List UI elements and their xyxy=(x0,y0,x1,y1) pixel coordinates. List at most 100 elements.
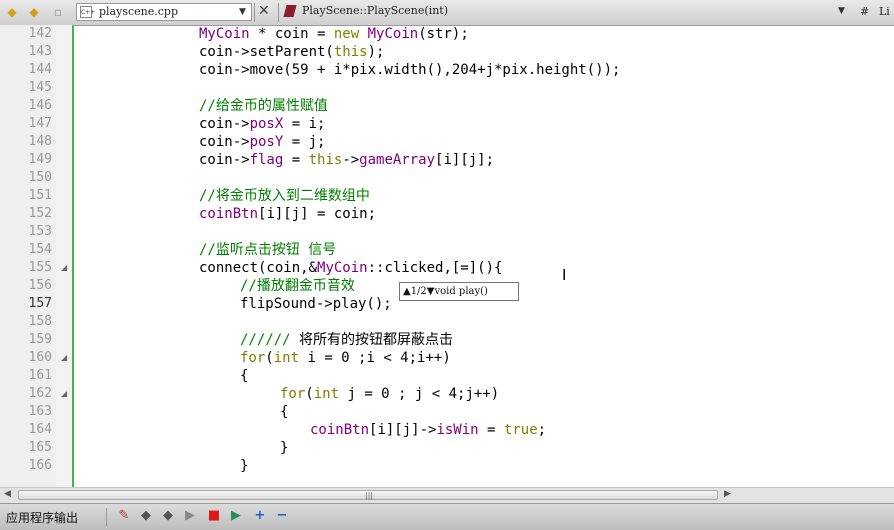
scroll-left-icon[interactable]: ◀ xyxy=(4,489,11,499)
panel-title: 应用程序输出 xyxy=(6,511,79,525)
arrow-left-icon[interactable]: ◆ xyxy=(4,4,20,20)
code-token: posX xyxy=(249,116,284,132)
code-token: [i][j]; xyxy=(435,152,495,168)
code-token: int xyxy=(273,350,300,366)
chevron-down-icon: ▼ xyxy=(838,6,845,16)
code-token: ; xyxy=(537,422,547,438)
function-hint-tooltip: ▲1/2▼void play() xyxy=(399,282,519,301)
output-panel-bar: 应用程序输出 ✎ ◆ ◆ ▶ ■ ▶ + − xyxy=(0,503,894,530)
code-token: MyCoin xyxy=(367,26,419,42)
code-comment: //播放翻金币音效 xyxy=(240,278,355,294)
code-line: 165 } xyxy=(0,439,894,457)
code-token: (str); xyxy=(418,26,469,42)
file-selector[interactable]: C++ playscene.cpp ▼ xyxy=(76,3,252,21)
code-comment: //给金币的属性赋值 xyxy=(199,98,328,114)
code-token: = xyxy=(478,422,504,438)
code-token: [i][j]-> xyxy=(369,422,437,438)
fold-toggle-icon[interactable]: ◢ xyxy=(61,389,67,398)
scroll-right-icon[interactable]: ▶ xyxy=(724,489,731,499)
code-token: true xyxy=(503,422,538,438)
scrollbar-thumb[interactable]: ||| xyxy=(18,490,718,500)
code-comment: //监听点击按钮 信号 xyxy=(199,242,337,258)
code-line: 142 MyCoin * coin = new MyCoin(str); xyxy=(0,25,894,43)
chevron-down-icon: ▼ xyxy=(239,7,246,17)
code-token: flag xyxy=(249,152,284,168)
cpp-file-icon: C++ xyxy=(80,6,95,18)
code-token: for xyxy=(240,350,266,366)
code-token: connect(coin,& xyxy=(199,260,318,276)
code-token: coin->move(59 + i*pix.width(),204+j*pix.… xyxy=(199,62,621,78)
line-number: 163 xyxy=(28,404,52,419)
code-token: { xyxy=(240,368,249,384)
function-icon xyxy=(283,5,297,17)
line-number: 162 xyxy=(28,386,52,401)
line-label[interactable]: Li xyxy=(879,5,890,18)
code-token: = xyxy=(283,152,309,168)
line-number: 145 xyxy=(28,80,52,95)
code-token: coin-> xyxy=(199,116,250,132)
zoom-out-icon[interactable]: − xyxy=(274,508,290,524)
hash-label[interactable]: # xyxy=(860,5,869,18)
code-token: MyCoin xyxy=(317,260,368,276)
code-token: } xyxy=(240,458,249,474)
code-token: { xyxy=(280,404,289,420)
line-number: 158 xyxy=(28,314,52,329)
horizontal-scrollbar[interactable]: ◀ ||| ▶ xyxy=(0,487,894,503)
code-line: 149 coin->flag = this->gameArray[i][j]; xyxy=(0,151,894,169)
line-number: 166 xyxy=(28,458,52,473)
code-line: 163 { xyxy=(0,403,894,421)
code-editor[interactable]: 142 MyCoin * coin = new MyCoin(str); 143… xyxy=(0,25,894,487)
code-line: 144 coin->move(59 + i*pix.width(),204+j*… xyxy=(0,61,894,79)
code-token: ( xyxy=(265,350,274,366)
symbol-selector[interactable]: PlayScene::PlayScene(int) ▼ xyxy=(282,3,852,21)
code-token: coin-> xyxy=(199,152,250,168)
code-token: * coin = xyxy=(249,26,334,42)
line-number: 144 xyxy=(28,62,52,77)
code-line: 164 coinBtn[i][j]->isWin = true; xyxy=(0,421,894,439)
code-token: ( xyxy=(305,386,314,402)
attach-run-icon[interactable]: ▶ xyxy=(228,508,244,524)
code-token: isWin xyxy=(436,422,479,438)
line-number: 164 xyxy=(28,422,52,437)
code-token: = i; xyxy=(283,116,326,132)
line-number: 152 xyxy=(28,206,52,221)
code-line: 158 xyxy=(0,313,894,331)
line-number: 147 xyxy=(28,116,52,131)
clear-output-icon[interactable]: ✎ xyxy=(116,508,132,524)
stop-icon[interactable]: ■ xyxy=(206,508,222,524)
code-line: 143 coin->setParent(this); xyxy=(0,43,894,61)
line-number: 155 xyxy=(28,260,52,275)
editor-toolbar: ◆ ◆ ▫ C++ playscene.cpp ▼ ✕ PlayScene::P… xyxy=(0,0,894,26)
code-line: 151 //将金币放入到二维数组中 xyxy=(0,187,894,205)
zoom-in-icon[interactable]: + xyxy=(252,508,268,524)
line-number: 161 xyxy=(28,368,52,383)
code-token: } xyxy=(280,440,289,456)
fold-toggle-icon[interactable]: ◢ xyxy=(61,353,67,362)
code-comment: ////// xyxy=(240,332,300,348)
code-token: coin->setParent( xyxy=(199,44,334,60)
code-token: coinBtn xyxy=(310,422,370,438)
fold-toggle-icon[interactable]: ◢ xyxy=(61,263,67,272)
next-icon[interactable]: ◆ xyxy=(160,508,176,524)
code-token: = j; xyxy=(283,134,326,150)
code-line: 152 coinBtn[i][j] = coin; xyxy=(0,205,894,223)
line-number: 146 xyxy=(28,98,52,113)
run-icon[interactable]: ▶ xyxy=(182,508,198,524)
code-token: this xyxy=(308,152,343,168)
line-number: 142 xyxy=(28,26,52,41)
code-line: 147 coin->posX = i; xyxy=(0,115,894,133)
code-line: 145 xyxy=(0,79,894,97)
previous-icon[interactable]: ◆ xyxy=(138,508,154,524)
code-token: ); xyxy=(367,44,385,60)
code-line: 162 ◢ for(int j = 0 ; j < 4;j++) xyxy=(0,385,894,403)
symbol-name: PlayScene::PlayScene(int) xyxy=(302,4,449,17)
code-line: 148 coin->posY = j; xyxy=(0,133,894,151)
line-number: 150 xyxy=(28,170,52,185)
code-token: [i][j] = coin; xyxy=(258,206,377,222)
divider xyxy=(254,3,255,22)
code-token: -> xyxy=(342,152,360,168)
code-token: flipSound->play(); xyxy=(240,296,392,312)
close-icon[interactable]: ✕ xyxy=(258,3,270,19)
arrow-right-icon[interactable]: ◆ xyxy=(26,4,42,20)
code-token: posY xyxy=(249,134,284,150)
